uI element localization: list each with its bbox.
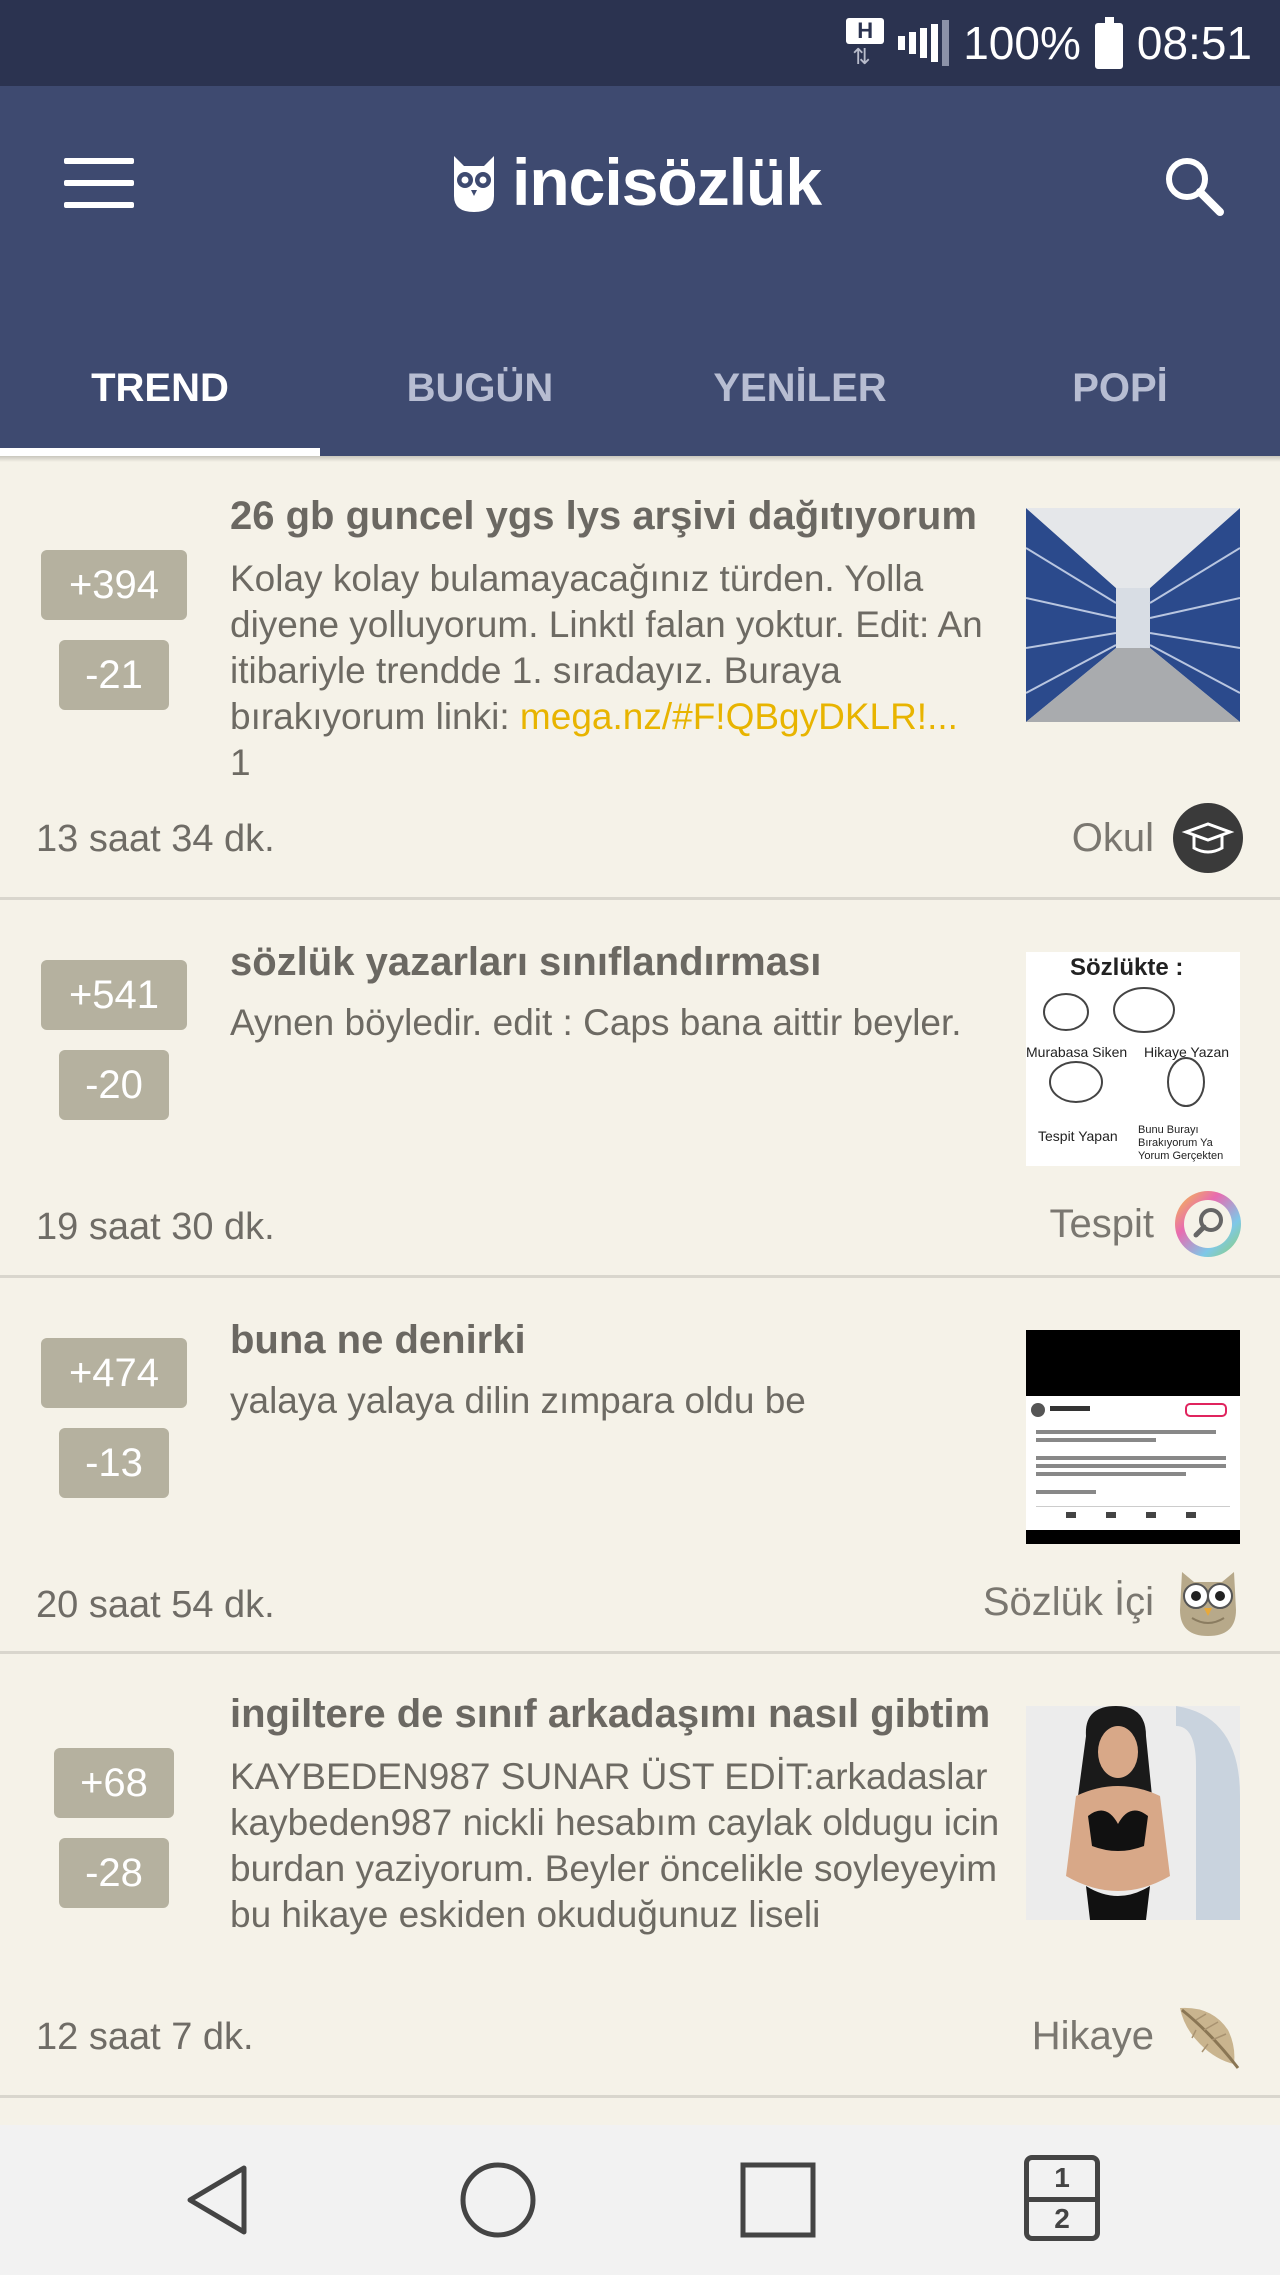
post-excerpt: Kolay kolay bulamayacağınız türden. Yoll… — [230, 556, 1010, 786]
search-icon[interactable] — [1160, 152, 1228, 220]
post-time: 12 saat 7 dk. — [36, 2016, 254, 2058]
post-card[interactable]: +68 -28 ingiltere de sınıf arkadaşımı na… — [0, 1654, 1280, 2098]
thumb-label: Murabasa Siken — [1026, 1044, 1128, 1060]
post-excerpt: KAYBEDEN987 SUNAR ÜST EDİT:arkadaslar ka… — [230, 1756, 1000, 1935]
post-thumbnail[interactable]: Sözlükte : Murabasa Siken Hikaye Yazan T… — [1026, 952, 1240, 1166]
post-thumbnail[interactable] — [1026, 1706, 1240, 1920]
post-time: 19 saat 30 dk. — [36, 1206, 275, 1248]
thumb-label: Hikaye Yazan — [1144, 1044, 1230, 1060]
post-title[interactable]: buna ne denirki — [230, 1318, 1010, 1363]
post-card[interactable]: +541 -20 sözlük yazarları sınıflandırmas… — [0, 900, 1280, 1278]
excerpt-link[interactable]: mega.nz/#F!QBgyDKLR!... — [520, 696, 958, 737]
post-title[interactable]: sözlük yazarları sınıflandırması — [230, 940, 1010, 985]
hamburger-menu-icon[interactable] — [64, 158, 134, 210]
post-excerpt: Aynen böyledir. edit : Caps bana aittir … — [230, 1002, 962, 1043]
system-nav-bar: 1 2 — [0, 2125, 1280, 2275]
owl-logo-icon — [454, 156, 494, 212]
post-category[interactable]: Tespit — [1050, 1188, 1245, 1260]
downvote-button[interactable]: -20 — [59, 1050, 169, 1120]
tab-popi[interactable]: POPİ — [960, 320, 1280, 456]
upvote-button[interactable]: +394 — [41, 550, 187, 620]
upvote-button[interactable]: +68 — [54, 1748, 174, 1818]
magnifier-rainbow-icon — [1175, 1191, 1241, 1257]
post-category[interactable]: Hikaye — [1032, 2000, 1244, 2072]
feather-icon — [1180, 2007, 1240, 2069]
category-label: Okul — [1071, 815, 1154, 860]
logo-text: incisözlük — [512, 145, 822, 219]
upvote-button[interactable]: +541 — [41, 960, 187, 1030]
category-label: Hikaye — [1031, 2013, 1154, 2058]
post-category[interactable]: Okul — [1072, 802, 1244, 874]
thumb-label: Bunu Burayı Bırakıyorum Ya Yorum Gerçekt… — [1138, 1124, 1224, 1162]
owl-icon — [1180, 1572, 1236, 1636]
post-category[interactable]: Sözlük İçi — [983, 1566, 1244, 1638]
vote-group: +68 -28 — [40, 1748, 188, 1908]
downvote-button[interactable]: -28 — [59, 1838, 169, 1908]
network-type-icon: H ⇅ — [846, 18, 885, 69]
post-title[interactable]: ingiltere de sınıf arkadaşımı nasıl gibt… — [230, 1692, 1010, 1737]
dual-window-top-number: 1 — [1054, 2162, 1070, 2193]
category-label: Sözlük İçi — [982, 1579, 1154, 1624]
home-icon[interactable] — [458, 2160, 538, 2240]
data-arrows-icon: ⇅ — [852, 44, 871, 69]
app-logo: incisözlük — [448, 142, 822, 222]
post-thumbnail[interactable] — [1026, 1330, 1240, 1544]
vote-group: +541 -20 — [40, 960, 188, 1120]
battery-icon — [1094, 17, 1123, 69]
upvote-button[interactable]: +474 — [41, 1338, 187, 1408]
vote-group: +474 -13 — [40, 1338, 188, 1498]
post-excerpt: yalaya yalaya dilin zımpara oldu be — [230, 1380, 806, 1421]
network-badge: H — [846, 18, 885, 44]
category-label: Tespit — [1049, 1201, 1155, 1246]
status-bar: H ⇅ 100% 08:51 — [0, 0, 1280, 86]
dual-window-bottom-number: 2 — [1054, 2203, 1070, 2234]
signal-icon — [898, 20, 950, 66]
tab-yeniler[interactable]: YENİLER — [640, 320, 960, 456]
battery-percent: 100% — [963, 17, 1081, 69]
tab-bar: TREND BUGÜN YENİLER POPİ — [0, 320, 1280, 456]
post-thumbnail[interactable] — [1026, 508, 1240, 722]
thumb-label: Tespit Yapan — [1038, 1128, 1118, 1144]
post-time: 13 saat 34 dk. — [36, 818, 275, 860]
tab-trend[interactable]: TREND — [0, 320, 320, 456]
graduation-cap-icon — [1173, 803, 1243, 873]
vote-group: +394 -21 — [40, 550, 188, 710]
dual-window-divider — [1029, 2197, 1095, 2202]
post-time: 20 saat 54 dk. — [36, 1584, 275, 1626]
post-title[interactable]: 26 gb guncel ygs lys arşivi dağıtıyorum — [230, 494, 1010, 539]
clock: 08:51 — [1136, 17, 1252, 69]
downvote-button[interactable]: -13 — [59, 1428, 169, 1498]
downvote-button[interactable]: -21 — [59, 640, 169, 710]
post-card[interactable]: +394 -21 26 gb guncel ygs lys arşivi dağ… — [0, 456, 1280, 900]
dual-window-icon[interactable]: 1 2 — [1024, 2155, 1100, 2241]
excerpt-tail: 1 — [230, 742, 251, 783]
back-icon[interactable] — [178, 2160, 258, 2240]
post-card[interactable]: +474 -13 buna ne denirki yalaya yalaya d… — [0, 1278, 1280, 1654]
tab-bugun[interactable]: BUGÜN — [320, 320, 640, 456]
recents-icon[interactable] — [738, 2160, 818, 2240]
